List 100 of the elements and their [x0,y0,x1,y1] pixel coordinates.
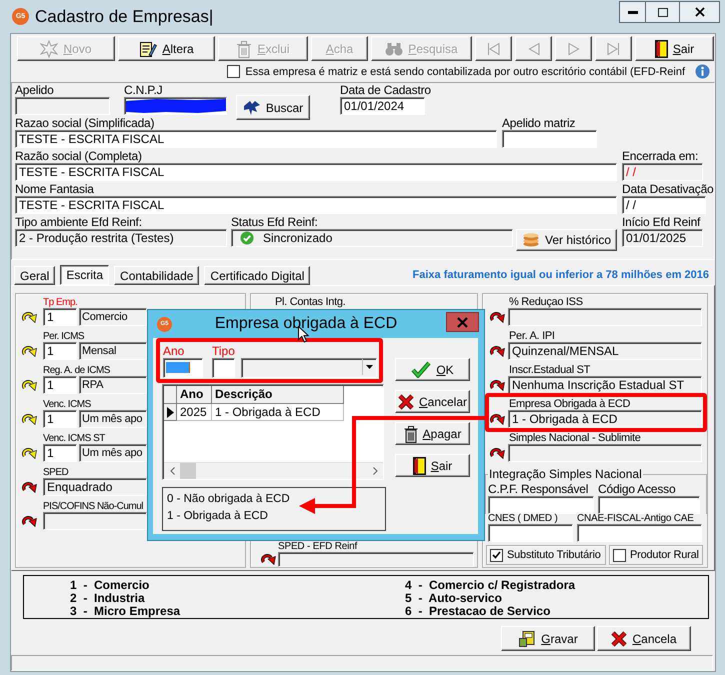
field-label: CNES ( DMED ) [488,514,558,524]
curved-arrow-icon[interactable] [261,554,276,565]
curved-arrow-icon[interactable] [22,414,37,424]
type-code-field[interactable] [212,358,235,378]
row-indicator[interactable] [164,404,177,421]
legend-item: 3 - Micro Empresa [70,605,180,618]
trash-icon [404,424,418,442]
close-button[interactable] [680,1,720,23]
maximize-button[interactable] [646,1,680,23]
legend-item: 1 - Obrigada à ECD [167,509,268,524]
code-field[interactable]: 1 [43,376,77,394]
field-label: Tipo [212,346,235,357]
cancel-button[interactable]: Cancelar [395,390,470,413]
field-label: SPED [43,467,68,478]
lookup-field[interactable]: Enquadrado [43,478,147,496]
search-button[interactable]: Buscar [236,95,310,120]
curved-arrow-icon[interactable] [490,414,505,424]
lookup-field[interactable]: 1 - Obrigada à ECD [508,410,702,428]
lookup-field[interactable]: Nenhuma Inscrição Estadual ST [508,376,702,394]
door-icon [654,40,668,58]
window-title: Cadastro de Empresas| [35,6,214,26]
lookup-field[interactable] [278,552,474,567]
input-field[interactable] [488,524,573,542]
parent-nickname-field[interactable] [502,130,597,148]
tab[interactable]: Contabilidade [114,266,200,285]
field-label: Código Acesso [598,483,676,496]
lookup-field[interactable] [43,512,147,530]
field-label: Razão social (Completa) [15,150,142,163]
code-field[interactable]: 1 [43,444,77,462]
type-dropdown[interactable] [241,358,377,378]
info-icon[interactable] [695,64,710,79]
history-button[interactable]: Ver histórico [516,229,617,251]
year-field[interactable] [163,358,203,378]
curved-arrow-icon[interactable] [490,346,505,356]
field-label: Tp Emp. [43,297,78,308]
input-field[interactable] [598,496,700,514]
checkbox[interactable] [490,548,503,562]
field-label: Data de Cadastro [340,84,431,97]
exit-button[interactable]: Sair [635,36,714,61]
code-field[interactable]: 1 [43,410,77,428]
curved-arrow-icon[interactable] [22,380,37,390]
tab[interactable]: Escrita [60,265,110,285]
field-label: Tipo ambiente Efd Reinf: [15,216,142,229]
field-label: C.P.F. Responsável [488,483,588,496]
chevron-left-icon [170,467,174,475]
lookup-field[interactable]: Quinzenal/MENSAL [508,342,702,360]
edit-document-icon [139,40,158,58]
dropdown-button[interactable] [362,359,376,375]
short-name-field[interactable]: TESTE - ESCRITA FISCAL [15,130,497,148]
field-label: CNAE-FISCAL-Antigo CAE [577,514,694,524]
notice-text: Faixa faturamento igual ou inferior a 78 milhões em 2016 [412,269,709,281]
legend-item: 5 - Auto-servico [405,592,502,605]
field-label: Reg. A. de ICMS [43,365,110,376]
field-label: Início Efd Reinf [622,216,700,229]
starburst-icon [40,40,58,58]
input-field[interactable] [488,496,594,514]
exit-button[interactable]: Sair [395,454,470,477]
delete-button[interactable]: Apagar [395,422,470,445]
tab[interactable]: Certificado Digital [204,266,310,285]
close-icon [694,7,704,17]
input-field[interactable] [577,524,702,542]
field-label: Apelido [15,84,54,97]
field-label: Apelido matriz [502,117,576,130]
cancel-button[interactable]: Cancela [597,626,691,651]
description-field: Mensal [79,342,147,360]
minimize-button[interactable] [619,1,646,23]
group-title: Integração Simples Nacional [488,467,643,481]
curved-arrow-icon[interactable] [22,346,37,356]
field-label: Pl. Contas Intg. [275,297,346,308]
checkbox[interactable] [227,65,240,78]
registration-date-field[interactable]: 01/01/2024 [340,97,425,115]
status-text: Sincronizado [263,230,332,246]
edit-button[interactable]: Altera [118,36,215,61]
lookup-field[interactable] [508,308,702,326]
tab[interactable]: Geral [14,266,56,285]
horizontal-scrollbar[interactable] [164,462,383,479]
curved-arrow-icon[interactable] [22,312,37,322]
checkbox[interactable] [613,548,626,562]
curved-arrow-icon[interactable] [490,312,505,322]
legend-item: 2 - Industria [70,592,145,605]
save-button[interactable]: Gravar [501,626,595,651]
full-name-field[interactable]: TESTE - ESCRITA FISCAL [15,163,617,181]
curved-arrow-icon[interactable] [22,482,37,492]
curved-arrow-icon[interactable] [22,448,37,458]
field-label: Encerrada em: [622,150,698,163]
curved-arrow-icon[interactable] [490,380,505,390]
trade-name-field[interactable]: TESTE - ESCRITA FISCAL [15,196,617,214]
deactivation-date-field[interactable]: / / [622,196,706,214]
stack-icon [522,233,540,247]
curved-arrow-icon[interactable] [490,448,505,458]
legend-item: 1 - Comercio [70,579,150,592]
ok-button[interactable]: OK [395,358,470,381]
disk-icon [518,630,536,648]
field-label: Data Desativação [622,183,714,196]
curved-arrow-icon[interactable] [22,516,37,526]
lookup-field[interactable] [508,444,702,462]
code-field[interactable]: 1 [43,342,77,360]
description-field: Um mês apo [79,444,147,462]
code-field[interactable]: 1 [43,308,77,326]
scroll-thumb[interactable] [180,463,196,479]
